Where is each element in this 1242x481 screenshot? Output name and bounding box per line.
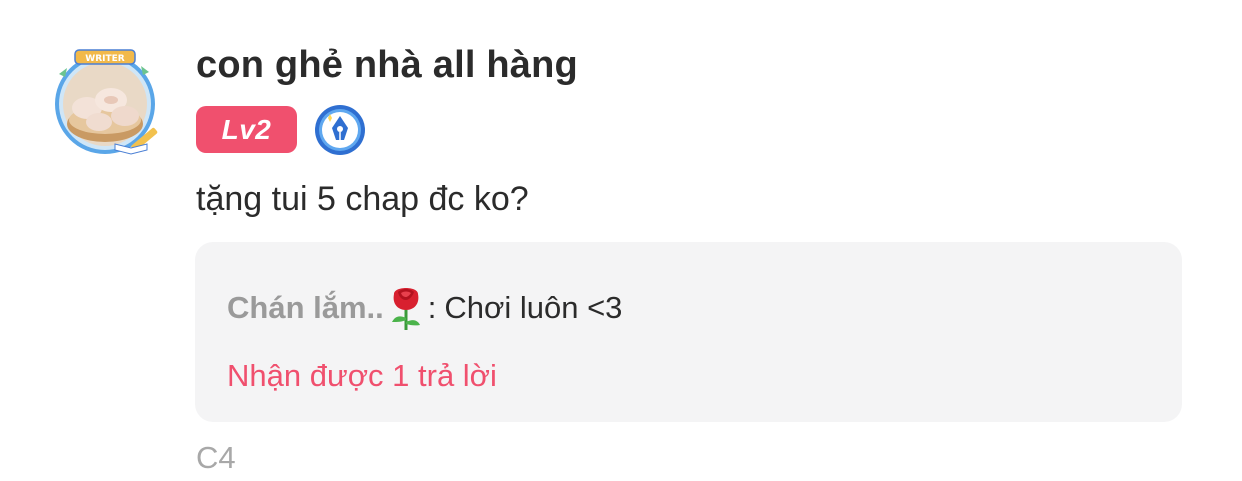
pen-nib-icon bbox=[314, 104, 366, 156]
reply-preview-line: Chán lắm.. : Chơi luôn <3 bbox=[227, 284, 622, 332]
user-avatar[interactable]: WRITER bbox=[45, 44, 165, 156]
comment-item: WRITER con ghẻ nhà all hàng Lv2 tặng tui… bbox=[0, 0, 1242, 481]
reply-separator: : bbox=[427, 290, 437, 325]
avatar-frame-label: WRITER bbox=[85, 54, 124, 64]
writer-avatar-icon: WRITER bbox=[55, 49, 158, 155]
view-replies-link[interactable]: Nhận được 1 trả lời bbox=[227, 358, 497, 394]
username[interactable]: con ghẻ nhà all hàng bbox=[196, 44, 578, 87]
reply-content: Chơi luôn <3 bbox=[444, 290, 623, 325]
reply-preview-box[interactable]: Chán lắm.. : Chơi luôn <3 Nhận được 1 tr… bbox=[195, 242, 1182, 422]
rose-icon bbox=[386, 284, 426, 332]
level-badge: Lv2 bbox=[196, 106, 297, 153]
reply-author: Chán lắm.. bbox=[227, 290, 384, 325]
comment-text: tặng tui 5 chap đc ko? bbox=[196, 180, 529, 218]
chapter-label[interactable]: C4 bbox=[196, 440, 236, 476]
